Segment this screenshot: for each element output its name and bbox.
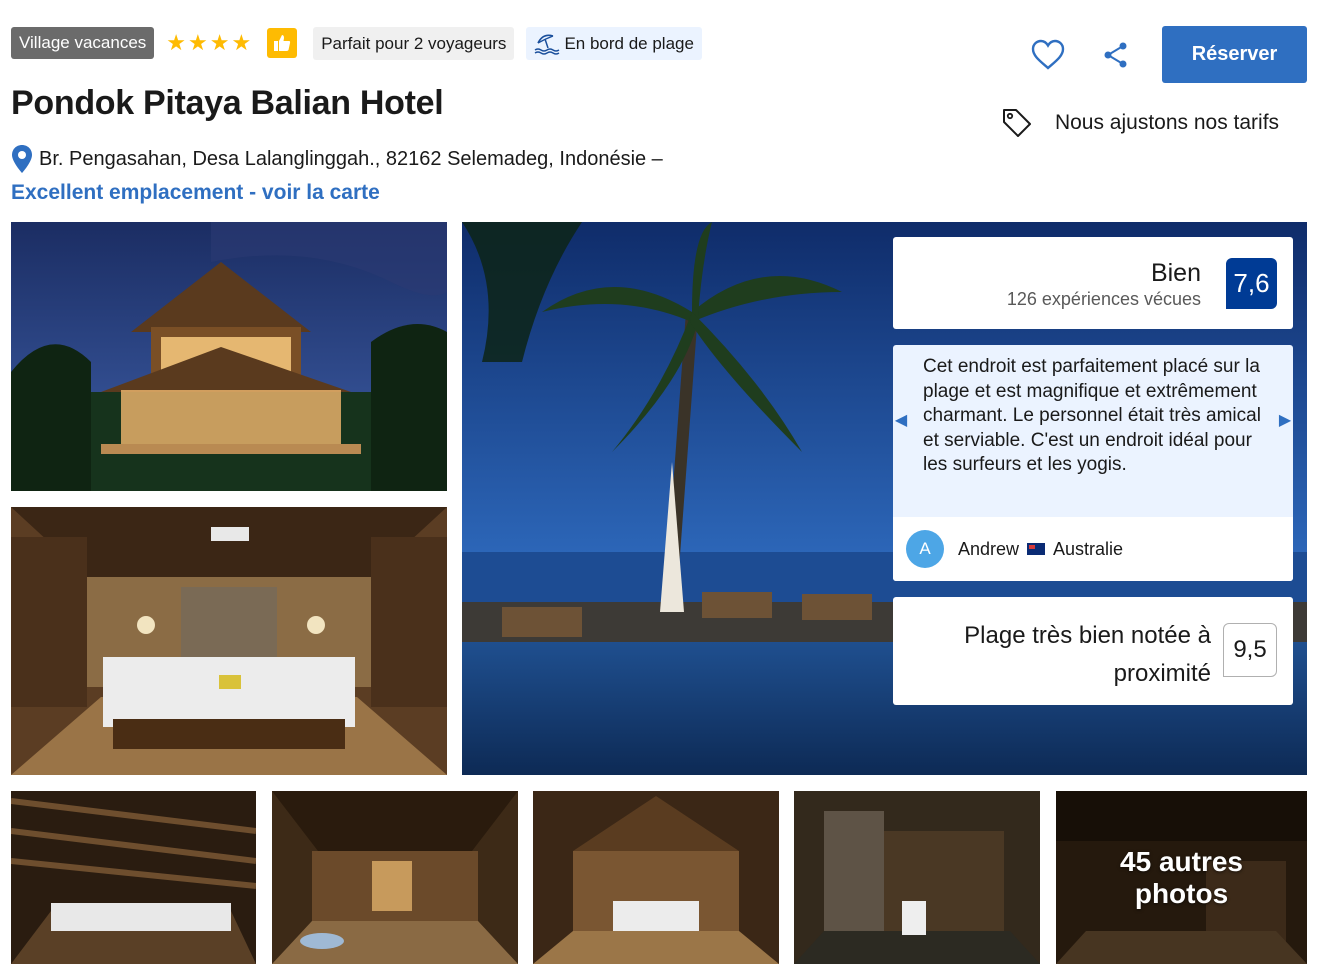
thumbnail-photo[interactable] xyxy=(533,791,779,964)
address-row: Br. Pengasahan, Desa Lalanglinggah., 821… xyxy=(11,144,663,174)
chevron-left-icon[interactable]: ◀ xyxy=(893,405,909,435)
price-adjust-text: Nous ajustons nos tarifs xyxy=(1054,111,1280,134)
review-quote-text: Cet endroit est parfaitement placé sur l… xyxy=(923,356,1261,475)
thumbs-up-icon[interactable] xyxy=(267,28,298,58)
thumbnail-photo[interactable] xyxy=(272,791,518,964)
thumbnail-photo[interactable] xyxy=(794,791,1040,964)
star-icon: ★ xyxy=(188,30,208,55)
price-tag-icon xyxy=(1003,109,1031,137)
author-name: Andrew xyxy=(958,538,1020,559)
property-type-badge: Village vacances xyxy=(11,27,155,59)
beach-umbrella-icon xyxy=(535,34,560,55)
header-actions: Réserver xyxy=(1026,26,1307,83)
photo-bedroom[interactable] xyxy=(11,507,447,775)
australia-flag-icon xyxy=(1027,543,1046,555)
beach-score-card[interactable]: Plage très bien notée à proximité 9,5 xyxy=(893,597,1293,705)
map-link[interactable]: Excellent emplacement - voir la carte xyxy=(11,181,380,205)
chevron-right-icon[interactable]: ▶ xyxy=(1277,405,1293,435)
review-count: 126 expériences vécues xyxy=(1006,289,1201,309)
hotel-title: Pondok Pitaya Balian Hotel xyxy=(11,84,444,122)
price-adjust-note: Nous ajustons nos tarifs xyxy=(1000,106,1300,140)
more-photos-label: 45 autres photos xyxy=(1056,791,1307,964)
beach-label: Plage très bien notée à proximité xyxy=(964,622,1211,687)
star-icon: ★ xyxy=(166,30,187,55)
star-icon: ★ xyxy=(231,30,252,55)
author-country: Australie xyxy=(1053,538,1124,559)
travelers-pill: Parfait pour 2 voyageurs xyxy=(313,26,515,60)
more-photos-line2: photos xyxy=(1134,877,1229,909)
rating-label: Bien xyxy=(1150,259,1201,287)
beach-pill: En bord de plage xyxy=(526,26,702,60)
more-photos-line1: 45 autres xyxy=(1120,845,1243,877)
beach-pill-label: En bord de plage xyxy=(564,33,694,53)
favorite-heart-icon[interactable] xyxy=(1026,33,1070,77)
photo-villa-exterior[interactable] xyxy=(11,222,447,491)
reserve-button[interactable]: Réserver xyxy=(1162,26,1307,83)
share-icon[interactable] xyxy=(1094,33,1138,77)
score-badge: 7,6 xyxy=(1226,258,1277,309)
header-badges: Village vacances ★ ★ ★ ★ Parfait pour 2 … xyxy=(11,26,702,60)
star-icon: ★ xyxy=(209,30,230,55)
location-pin-icon xyxy=(12,145,32,173)
review-quote-card: ◀ Cet endroit est parfaitement placé sur… xyxy=(893,345,1293,581)
review-author: A Andrew Australie xyxy=(893,517,1293,581)
address-text: Br. Pengasahan, Desa Lalanglinggah., 821… xyxy=(39,147,663,170)
more-photos-tile[interactable]: 45 autres photos xyxy=(1056,791,1307,964)
thumbnail-photo[interactable] xyxy=(11,791,256,964)
score-card[interactable]: Bien 126 expériences vécues 7,6 xyxy=(893,237,1293,329)
beach-score-badge: 9,5 xyxy=(1223,623,1277,677)
star-rating: ★ ★ ★ ★ xyxy=(166,32,251,54)
avatar: A xyxy=(906,530,944,568)
